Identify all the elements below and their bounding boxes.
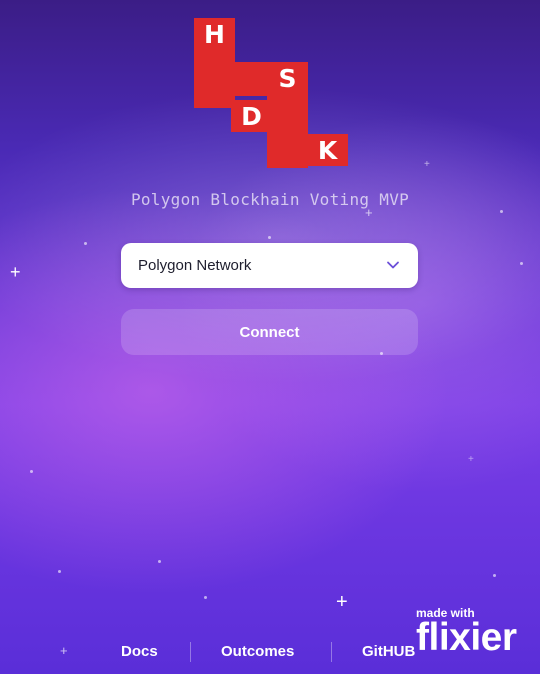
watermark-brand: flixier xyxy=(416,616,517,659)
star-dot xyxy=(493,574,496,577)
star-dot xyxy=(520,262,523,265)
footer-link-github[interactable]: GitHUB xyxy=(362,640,415,664)
star-dot xyxy=(84,242,87,245)
star-dot xyxy=(380,352,383,355)
sparkle-icon: + xyxy=(336,591,348,613)
sparkle-icon: + xyxy=(365,205,373,220)
chevron-down-icon xyxy=(386,258,400,272)
flixier-watermark: made with flixier xyxy=(416,606,531,666)
page-subtitle: Polygon Blockhain Voting MVP xyxy=(130,190,410,209)
star-dot xyxy=(58,570,61,573)
logo-block xyxy=(267,92,308,126)
connect-button[interactable]: Connect xyxy=(121,309,418,355)
logo-letter-k: K xyxy=(307,134,348,166)
sparkle-icon: + xyxy=(10,262,21,282)
logo-letter-h: H xyxy=(194,18,235,50)
logo-letter-s: S xyxy=(267,62,308,94)
star-dot xyxy=(204,596,207,599)
network-select-value: Polygon Network xyxy=(138,257,252,274)
logo-letter-d: D xyxy=(231,100,272,132)
sparkle-icon: + xyxy=(468,454,474,465)
sparkle-icon: + xyxy=(424,159,430,170)
network-select[interactable]: Polygon Network xyxy=(121,243,418,288)
footer-divider xyxy=(331,642,332,662)
star-dot xyxy=(30,470,33,473)
footer-divider xyxy=(190,642,191,662)
footer-link-outcomes[interactable]: Outcomes xyxy=(221,640,294,664)
hsdk-logo: H S D K xyxy=(194,18,348,168)
logo-block xyxy=(229,62,267,96)
logo-block xyxy=(267,126,308,168)
footer-link-docs[interactable]: Docs xyxy=(121,640,158,664)
star-dot xyxy=(268,236,271,239)
star-dot xyxy=(500,210,503,213)
star-dot xyxy=(158,560,161,563)
